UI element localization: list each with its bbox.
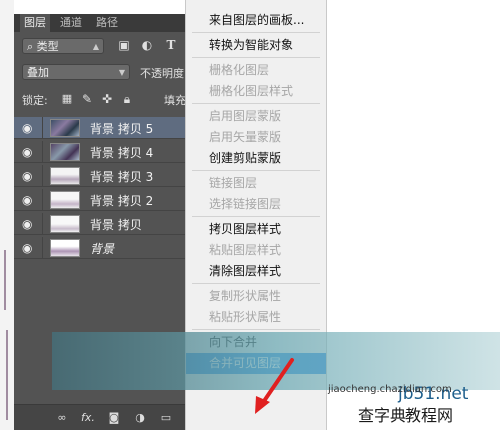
layer-row[interactable]: ◉ 背景 拷贝 4 <box>14 141 190 163</box>
menu-item: 栅格化图层样式 <box>209 84 294 98</box>
adjustment-icon[interactable]: ◑ <box>132 411 148 425</box>
lock-position-icon[interactable]: ✜ <box>100 92 114 106</box>
layer-row[interactable]: ◉ 背景 拷贝 <box>14 213 190 235</box>
menu-separator <box>192 170 320 171</box>
canvas-edge <box>0 0 14 430</box>
watermark-cn-1: 查字典 <box>358 406 407 425</box>
type-filter-icon[interactable]: T <box>164 38 178 52</box>
divider <box>42 189 43 211</box>
menu-item[interactable]: 清除图层样式 <box>186 261 326 282</box>
pixel-filter-icon[interactable]: ▣ <box>117 38 131 52</box>
tab-channels[interactable]: 通道 <box>56 14 86 32</box>
layer-name[interactable]: 背景 拷贝 3 <box>90 168 153 185</box>
mask-icon[interactable]: ◙ <box>106 411 122 425</box>
adjustment-filter-icon[interactable]: ◐ <box>140 38 154 52</box>
layer-row[interactable]: ◉ 背景 拷贝 5 <box>14 117 190 139</box>
layer-name[interactable]: 背景 拷贝 5 <box>90 120 153 137</box>
menu-separator <box>192 57 320 58</box>
lock-label: 锁定: <box>22 94 48 107</box>
tab-paths[interactable]: 路径 <box>92 14 122 32</box>
eye-icon[interactable]: ◉ <box>22 121 36 135</box>
divider <box>42 237 43 259</box>
menu-item: 复制形状属性 <box>209 289 282 303</box>
layer-thumbnail[interactable] <box>50 215 80 233</box>
divider <box>42 165 43 187</box>
filter-row: ⌕ 类型 ▲︎ ▣ ◐ T <box>14 34 190 58</box>
filter-type-select[interactable]: ⌕ 类型 ▲︎ <box>22 38 104 54</box>
divider <box>42 213 43 235</box>
eye-icon[interactable]: ◉ <box>22 241 36 255</box>
menu-item: 选择链接图层 <box>209 197 282 211</box>
layer-name[interactable]: 背景 拷贝 2 <box>90 192 153 209</box>
eye-icon[interactable]: ◉ <box>22 169 36 183</box>
layer-row[interactable]: ◉ 背景 <box>14 237 190 259</box>
lock-transparent-icon[interactable]: ▦ <box>60 92 74 106</box>
layer-thumbnail[interactable] <box>50 167 80 185</box>
search-icon: ⌕ <box>27 40 34 53</box>
divider <box>42 117 43 139</box>
watermark-band <box>52 332 500 390</box>
menu-separator <box>192 329 320 330</box>
chevron-down-icon: ▲︎ <box>92 42 99 51</box>
menu-item[interactable]: 创建剪贴蒙版 <box>186 148 326 169</box>
menu-item[interactable]: 拷贝图层样式 <box>186 219 326 240</box>
filter-type-label: 类型 <box>36 40 59 53</box>
menu-item: 启用图层蒙版 <box>209 109 282 123</box>
lock-paint-icon[interactable]: ✎ <box>80 92 94 106</box>
menu-item[interactable]: 转换为智能对象 <box>186 35 326 56</box>
watermark-url: jiaocheng.chazidian.com <box>328 384 452 395</box>
lock-row: 锁定: ▦ ✎ ✜ 🔒︎ 填充 <box>14 88 190 110</box>
lock-all-icon[interactable]: 🔒︎ <box>120 92 134 106</box>
layer-name[interactable]: 背景 拷贝 <box>90 216 142 233</box>
layer-name[interactable]: 背景 <box>90 240 114 257</box>
menu-item: 链接图层 <box>209 176 258 190</box>
layer-name[interactable]: 背景 拷贝 4 <box>90 144 153 161</box>
layer-row[interactable]: ◉ 背景 拷贝 3 <box>14 165 190 187</box>
link-icon[interactable]: ∞ <box>54 411 70 425</box>
chevron-down-icon: ▼ <box>118 68 125 77</box>
divider <box>42 141 43 163</box>
menu-item: 粘贴图层样式 <box>209 243 282 257</box>
menu-separator <box>192 216 320 217</box>
opacity-label: 不透明度 <box>140 67 184 80</box>
fx-icon[interactable]: fx. <box>80 411 96 425</box>
menu-separator <box>192 32 320 33</box>
menu-item: 粘贴形状属性 <box>209 310 282 324</box>
blend-mode-select[interactable]: 叠加 ▼ <box>22 64 130 80</box>
blend-row: 叠加 ▼ 不透明度 <box>14 60 190 84</box>
tab-layers[interactable]: 图层 <box>20 14 50 32</box>
panel-tabs: 图层 通道 路径 <box>14 14 190 32</box>
menu-item: 栅格化图层 <box>209 63 270 77</box>
menu-item: 启用矢量蒙版 <box>209 130 282 144</box>
eye-icon[interactable]: ◉ <box>22 217 36 231</box>
fill-label: 填充 <box>164 94 186 107</box>
blend-mode-value: 叠加 <box>27 66 49 79</box>
eye-icon[interactable]: ◉ <box>22 193 36 207</box>
panel-bottom-bar: ∞ fx. ◙ ◑ ▭ <box>14 404 190 430</box>
layer-thumbnail[interactable] <box>50 191 80 209</box>
screenshot: 图层 通道 路径 ⌕ 类型 ▲︎ ▣ ◐ T 叠加 ▼ 不透明度 锁定: ▦ ✎ <box>0 0 500 430</box>
layer-thumbnail[interactable] <box>50 143 80 161</box>
layer-row[interactable]: ◉ 背景 拷贝 2 <box>14 189 190 211</box>
watermark-cn-2: 教程网 <box>405 406 454 425</box>
layer-thumbnail[interactable] <box>50 119 80 137</box>
menu-item[interactable]: 来自图层的画板... <box>186 10 326 31</box>
folder-icon[interactable]: ▭ <box>158 411 174 425</box>
layer-thumbnail[interactable] <box>50 239 80 257</box>
eye-icon[interactable]: ◉ <box>22 145 36 159</box>
menu-separator <box>192 283 320 284</box>
menu-separator <box>192 103 320 104</box>
